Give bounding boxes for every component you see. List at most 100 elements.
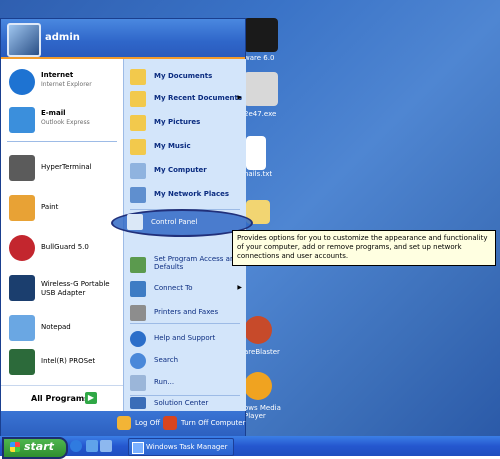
separator bbox=[130, 395, 240, 396]
rp-label: My Pictures bbox=[154, 118, 201, 126]
desktop-label-malware: areBlaster bbox=[244, 348, 280, 356]
rp-help-support[interactable]: Help and Support bbox=[128, 329, 244, 349]
all-programs-label: All Programs bbox=[31, 394, 89, 403]
power-icon bbox=[163, 416, 177, 430]
pinned-email-title: E-mail bbox=[41, 109, 66, 117]
recent-bullguard[interactable]: BullGuard 5.0 bbox=[5, 231, 121, 265]
recent-intel[interactable]: Intel(R) PROSet bbox=[5, 345, 121, 379]
control-panel-icon bbox=[127, 214, 143, 230]
email-icon bbox=[9, 107, 35, 133]
log-off-label: Log Off bbox=[135, 419, 161, 427]
rp-printers-faxes[interactable]: Printers and Faxes bbox=[128, 303, 244, 323]
recent-label: Intel(R) PROSet bbox=[41, 357, 96, 365]
turn-off-label: Turn Off Computer bbox=[181, 419, 246, 427]
program-access-icon bbox=[130, 257, 146, 273]
notepad-icon bbox=[9, 315, 35, 341]
start-menu-header: admin bbox=[1, 19, 245, 59]
log-off-icon bbox=[117, 416, 131, 430]
email-icon[interactable] bbox=[86, 440, 98, 452]
rp-label: My Music bbox=[154, 142, 191, 150]
recent-wireless[interactable]: Wireless-G Portable USB Adapter bbox=[5, 271, 121, 305]
rp-label: Solution Center bbox=[154, 399, 209, 407]
start-label: start bbox=[24, 440, 54, 453]
connect-icon bbox=[130, 281, 146, 297]
rp-my-music[interactable]: My Music bbox=[128, 137, 244, 157]
bullguard-icon bbox=[9, 235, 35, 261]
dell-icon bbox=[130, 397, 146, 409]
printer-icon bbox=[130, 305, 146, 321]
media-player-icon[interactable] bbox=[244, 372, 272, 400]
folder-icon bbox=[130, 69, 146, 85]
recent-notepad[interactable]: Notepad bbox=[5, 311, 121, 345]
folder-icon bbox=[130, 139, 146, 155]
paint-icon bbox=[9, 195, 35, 221]
username: admin bbox=[45, 32, 80, 43]
task-manager-icon bbox=[132, 442, 144, 454]
hyperterminal-icon bbox=[9, 155, 35, 181]
rp-my-documents[interactable]: My Documents bbox=[128, 67, 244, 87]
exe-icon[interactable] bbox=[244, 72, 278, 106]
rp-my-recent-documents[interactable]: My Recent Documents ▶ bbox=[128, 89, 244, 109]
turn-off-button[interactable]: Turn Off Computer bbox=[163, 415, 246, 433]
rp-my-computer[interactable]: My Computer bbox=[128, 161, 244, 181]
start-menu-footer: Log Off Turn Off Computer bbox=[1, 411, 245, 437]
recent-label: Wireless-G Portable USB Adapter bbox=[41, 280, 110, 297]
rp-label: My Network Places bbox=[154, 190, 230, 198]
desktop-label-vmware: ware 6.0 bbox=[244, 54, 275, 62]
linksys-icon bbox=[9, 275, 35, 301]
malwareblaster-icon[interactable] bbox=[244, 316, 272, 344]
computer-icon bbox=[130, 163, 146, 179]
rp-label: Connect To bbox=[154, 284, 193, 292]
rp-my-pictures[interactable]: My Pictures bbox=[128, 113, 244, 133]
avatar[interactable] bbox=[7, 23, 41, 57]
arrow-right-icon: ▶ bbox=[85, 392, 97, 404]
rp-run[interactable]: Run... bbox=[128, 373, 244, 393]
desktop-label-txt: nails.txt bbox=[244, 170, 273, 178]
show-desktop-icon[interactable] bbox=[100, 440, 112, 452]
recent-label: BullGuard 5.0 bbox=[41, 243, 89, 251]
rp-search[interactable]: Search bbox=[128, 351, 244, 371]
rp-label: Run... bbox=[154, 378, 175, 386]
run-icon bbox=[130, 375, 146, 391]
desktop-label-media: ows Media Player bbox=[244, 404, 281, 420]
separator bbox=[130, 323, 240, 324]
tooltip: Provides options for you to customize th… bbox=[232, 230, 496, 266]
log-off-button[interactable]: Log Off bbox=[117, 415, 161, 433]
pinned-email[interactable]: E-mail Outlook Express bbox=[5, 103, 121, 137]
windows-logo-icon bbox=[10, 442, 20, 452]
separator bbox=[7, 141, 117, 142]
pinned-internet-sub: Internet Explorer bbox=[41, 81, 92, 88]
rp-label: My Recent Documents bbox=[154, 94, 243, 102]
rp-set-program-access[interactable]: Set Program Access and Defaults bbox=[128, 255, 244, 275]
all-programs-button[interactable]: All Programs ▶ bbox=[1, 385, 123, 412]
rp-solution-center[interactable]: Solution Center bbox=[128, 397, 244, 411]
start-menu: admin Internet Internet Explorer E-mail … bbox=[0, 18, 253, 438]
rp-label: My Computer bbox=[154, 166, 207, 174]
desktop-label-exe: 2e47.exe bbox=[244, 110, 277, 118]
taskbar-item-task-manager[interactable]: Windows Task Manager bbox=[128, 438, 234, 456]
internet-explorer-icon[interactable] bbox=[70, 440, 82, 452]
task-label: Windows Task Manager bbox=[146, 443, 228, 451]
chevron-right-icon: ▶ bbox=[237, 94, 242, 101]
pinned-internet-title: Internet bbox=[41, 71, 74, 79]
folder-icon bbox=[130, 91, 146, 107]
pinned-email-sub: Outlook Express bbox=[41, 119, 90, 126]
chevron-right-icon: ▶ bbox=[237, 284, 242, 291]
recent-label: Paint bbox=[41, 203, 59, 211]
recent-paint[interactable]: Paint bbox=[5, 191, 121, 225]
rp-label: Printers and Faxes bbox=[154, 308, 219, 316]
pinned-internet[interactable]: Internet Internet Explorer bbox=[5, 65, 121, 99]
rp-label: Control Panel bbox=[151, 218, 198, 226]
rp-label: My Documents bbox=[154, 72, 213, 80]
rp-connect-to[interactable]: Connect To ▶ bbox=[128, 279, 244, 299]
network-icon bbox=[130, 187, 146, 203]
text-file-icon[interactable] bbox=[246, 136, 266, 170]
recent-label: HyperTerminal bbox=[41, 163, 92, 171]
recent-label: Notepad bbox=[41, 323, 71, 331]
intel-proset-icon bbox=[9, 349, 35, 375]
taskbar: start Windows Task Manager bbox=[0, 436, 500, 459]
recent-hyperterminal[interactable]: HyperTerminal bbox=[5, 151, 121, 185]
search-icon bbox=[130, 353, 146, 369]
vmware-icon[interactable] bbox=[244, 18, 278, 52]
rp-my-network-places[interactable]: My Network Places bbox=[128, 185, 244, 205]
